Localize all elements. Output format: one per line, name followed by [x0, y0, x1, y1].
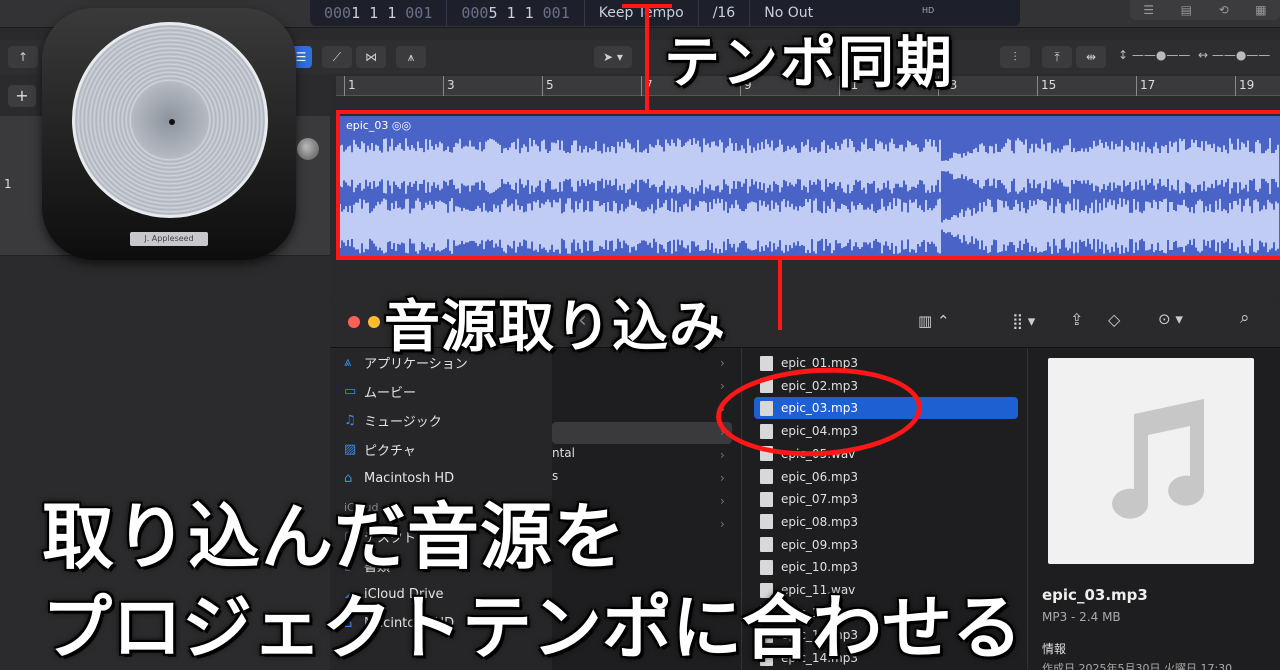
- import-connector: [778, 258, 782, 330]
- import-audio-label: 音源取り込み: [384, 295, 726, 360]
- file-icon: [760, 491, 773, 507]
- group-icon[interactable]: ⣿ ▾: [1012, 312, 1035, 330]
- music-note-icon: [1112, 399, 1205, 519]
- file-name: epic_07.mp3: [781, 492, 858, 507]
- hd-badge: HD: [922, 6, 935, 15]
- chevron-right-icon: › › › › › › › ›: [720, 356, 725, 531]
- sidebar-item-label: ピクチャ: [364, 443, 416, 459]
- app-icon: ⩓: [344, 354, 352, 370]
- tempo-sync-label: テンポ同期: [664, 31, 954, 96]
- share-icon[interactable]: ⇪: [1070, 310, 1083, 329]
- file-row[interactable]: epic_07.mp3: [754, 488, 1018, 510]
- file-icon: [760, 514, 773, 530]
- pointer-tool-icon[interactable]: ➤ ▾: [594, 46, 632, 68]
- add-track-button[interactable]: +: [8, 85, 36, 107]
- music-icon: ♫: [344, 412, 356, 428]
- file-row[interactable]: epic_08.mp3: [754, 511, 1018, 533]
- bar-tick: 1: [344, 76, 356, 96]
- lcd-position-2: 000 5 1 1 001: [447, 0, 585, 26]
- close-button[interactable]: [348, 316, 360, 328]
- bar-tick: 19: [1235, 76, 1254, 96]
- fit-vertical-icon[interactable]: ⤒: [1042, 46, 1072, 68]
- audio-thumbnail: [1048, 358, 1254, 564]
- sidebar-item[interactable]: ▨ ピクチャ: [344, 438, 416, 460]
- preview-created: 作成日 2025年5月30日 火曜日 17:30: [1042, 662, 1233, 670]
- list-icon[interactable]: ☰: [1143, 3, 1154, 17]
- bar-tick: 3: [443, 76, 455, 96]
- notes-icon[interactable]: ▤: [1181, 3, 1192, 17]
- fit-horizontal-icon[interactable]: ⇹: [1076, 46, 1106, 68]
- search-icon[interactable]: ⌕: [1240, 308, 1250, 328]
- file-row[interactable]: epic_09.mp3: [754, 534, 1018, 556]
- selected-folder[interactable]: [552, 422, 732, 444]
- preview-filename: epic_03.mp3: [1042, 586, 1148, 604]
- finder-preview: epic_03.mp3 MP3 - 2.4 MB 情報 作成日 2025年5月3…: [1028, 348, 1280, 670]
- minimize-button[interactable]: [368, 316, 380, 328]
- waveform-zoom-icon[interactable]: ⫶: [1000, 46, 1030, 68]
- bar-tick: 15: [1037, 76, 1056, 96]
- sidebar-item-label: ムービー: [364, 385, 417, 401]
- movie-icon: ▭: [344, 383, 357, 399]
- logic-pro-app-icon: J. Appleseed: [42, 8, 296, 260]
- file-icon: [760, 469, 773, 484]
- track-number: 1: [4, 177, 12, 191]
- region-highlight: [336, 110, 1280, 260]
- sidebar-item-label: ミュージック: [364, 414, 442, 430]
- headline-line-2: プロジェクトテンポに合わせる: [42, 587, 1022, 669]
- file-name: epic_08.mp3: [781, 514, 858, 529]
- preview-size: MP3 - 2.4 MB: [1042, 610, 1121, 624]
- bar-tick: 17: [1136, 76, 1155, 96]
- flex-icon[interactable]: ⋈: [356, 46, 386, 68]
- volume-knob[interactable]: [297, 138, 319, 160]
- file-row[interactable]: epic_06.mp3: [754, 466, 1018, 488]
- lcd-position: 000 1 1 1 001: [310, 0, 448, 26]
- tempo-connector-cap: [622, 4, 672, 8]
- back-icon[interactable]: ↑: [8, 46, 38, 68]
- disc-icon: [72, 22, 268, 218]
- file-name: epic_06.mp3: [781, 469, 858, 484]
- split-icon[interactable]: ⩚: [396, 46, 426, 68]
- bar-tick: 5: [542, 76, 554, 96]
- preview-info-label: 情報: [1042, 642, 1067, 656]
- tempo-connector: [645, 4, 649, 110]
- file-icon: [760, 537, 773, 553]
- headline-line-1: 取り込んだ音源を: [42, 495, 627, 579]
- browser-icon[interactable]: ▦: [1255, 3, 1266, 17]
- file-icon: [760, 355, 773, 371]
- automation-icon[interactable]: ⟋: [322, 46, 352, 68]
- app-icon-label: J. Appleseed: [130, 232, 208, 246]
- top-right-buttons: ☰ ▤ ⟲ ▦: [1130, 0, 1280, 20]
- folder-partial-1[interactable]: ntal: [552, 446, 575, 460]
- more-icon[interactable]: ⊙ ▾: [1158, 310, 1183, 328]
- loop-icon[interactable]: ⟲: [1219, 3, 1229, 17]
- zoom-sliders[interactable]: ↕ ——●—— ↔ ——●——: [1118, 48, 1278, 66]
- sidebar-item[interactable]: ♫ ミュージック: [344, 409, 442, 431]
- sidebar-item[interactable]: ▭ ムービー: [344, 380, 416, 402]
- picture-icon: ▨: [344, 441, 357, 457]
- view-mode-icon[interactable]: ▥ ⌃: [918, 312, 950, 330]
- file-name: epic_09.mp3: [781, 537, 858, 552]
- tag-icon[interactable]: ◇: [1108, 310, 1120, 329]
